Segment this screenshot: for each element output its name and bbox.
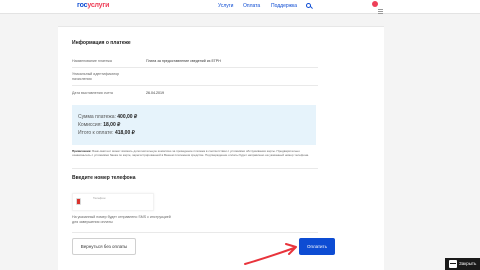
nav-link-support[interactable]: Поддержка xyxy=(271,3,297,9)
sum-value: 400,00 ₽ xyxy=(117,114,138,120)
total-value: 418,00 ₽ xyxy=(114,130,135,136)
invoice-date-value: 26.04.2019 xyxy=(146,91,164,95)
note-text: Банк-эмитент может взимать дополнительну… xyxy=(72,149,310,157)
payment-note: Примечание: Банк-эмитент может взимать д… xyxy=(72,149,318,157)
sim-card-icon xyxy=(76,198,81,205)
notification-icon[interactable] xyxy=(372,1,378,7)
fee-label: Комиссия: xyxy=(78,122,102,128)
fee-line: Комиссия: 18,00 ₽ xyxy=(78,122,120,128)
phone-section-title: Введите номер телефона xyxy=(72,175,136,181)
sum-label: Сумма платежа: xyxy=(78,114,116,120)
section-divider xyxy=(72,168,318,169)
close-label: Закрыть xyxy=(459,261,477,266)
fee-value: 18,00 ₽ xyxy=(103,122,121,128)
logo-text-part2: услуги xyxy=(87,2,110,9)
search-icon[interactable] xyxy=(306,3,311,8)
gosuslugi-logo[interactable]: госуслуги xyxy=(77,2,109,9)
section-divider xyxy=(72,232,318,233)
invoice-date-label: Дата выставления счета xyxy=(72,91,113,95)
total-line: Итого к оплате: 418,00 ₽ xyxy=(78,130,135,136)
logo-text-part1: гос xyxy=(77,2,88,9)
nav-link-payment[interactable]: Оплата xyxy=(243,3,260,9)
nav-link-services[interactable]: Услуги xyxy=(218,3,233,9)
sum-line: Сумма платежа: 400,00 ₽ xyxy=(78,114,137,120)
menu-icon[interactable] xyxy=(378,9,383,14)
accrual-id-label: Уникальный идентификатор начисления xyxy=(72,72,120,81)
back-without-payment-button[interactable]: Вернуться без оплаты xyxy=(72,238,136,255)
row-divider xyxy=(72,67,318,68)
close-icon xyxy=(449,260,457,268)
payment-name-value: Плата за предоставление сведений из ЕГРН xyxy=(146,59,221,63)
pay-button[interactable]: Оплатить xyxy=(299,238,335,255)
phone-input-block[interactable]: Телефон xyxy=(72,193,154,211)
phone-hint: На указанный номер будет отправлено SMS … xyxy=(72,215,171,224)
top-header: госуслуги Услуги Оплата Поддержка xyxy=(0,0,480,14)
phone-field-label: Телефон xyxy=(93,196,106,200)
payment-name-label: Наименование платежа xyxy=(72,59,112,63)
payment-info-title: Информация о платеже xyxy=(72,40,131,46)
payment-summary-box: Сумма платежа: 400,00 ₽ Комиссия: 18,00 … xyxy=(72,105,316,145)
total-label: Итого к оплате: xyxy=(78,130,114,136)
row-divider xyxy=(72,85,318,86)
close-overlay-button[interactable]: Закрыть xyxy=(445,258,480,270)
